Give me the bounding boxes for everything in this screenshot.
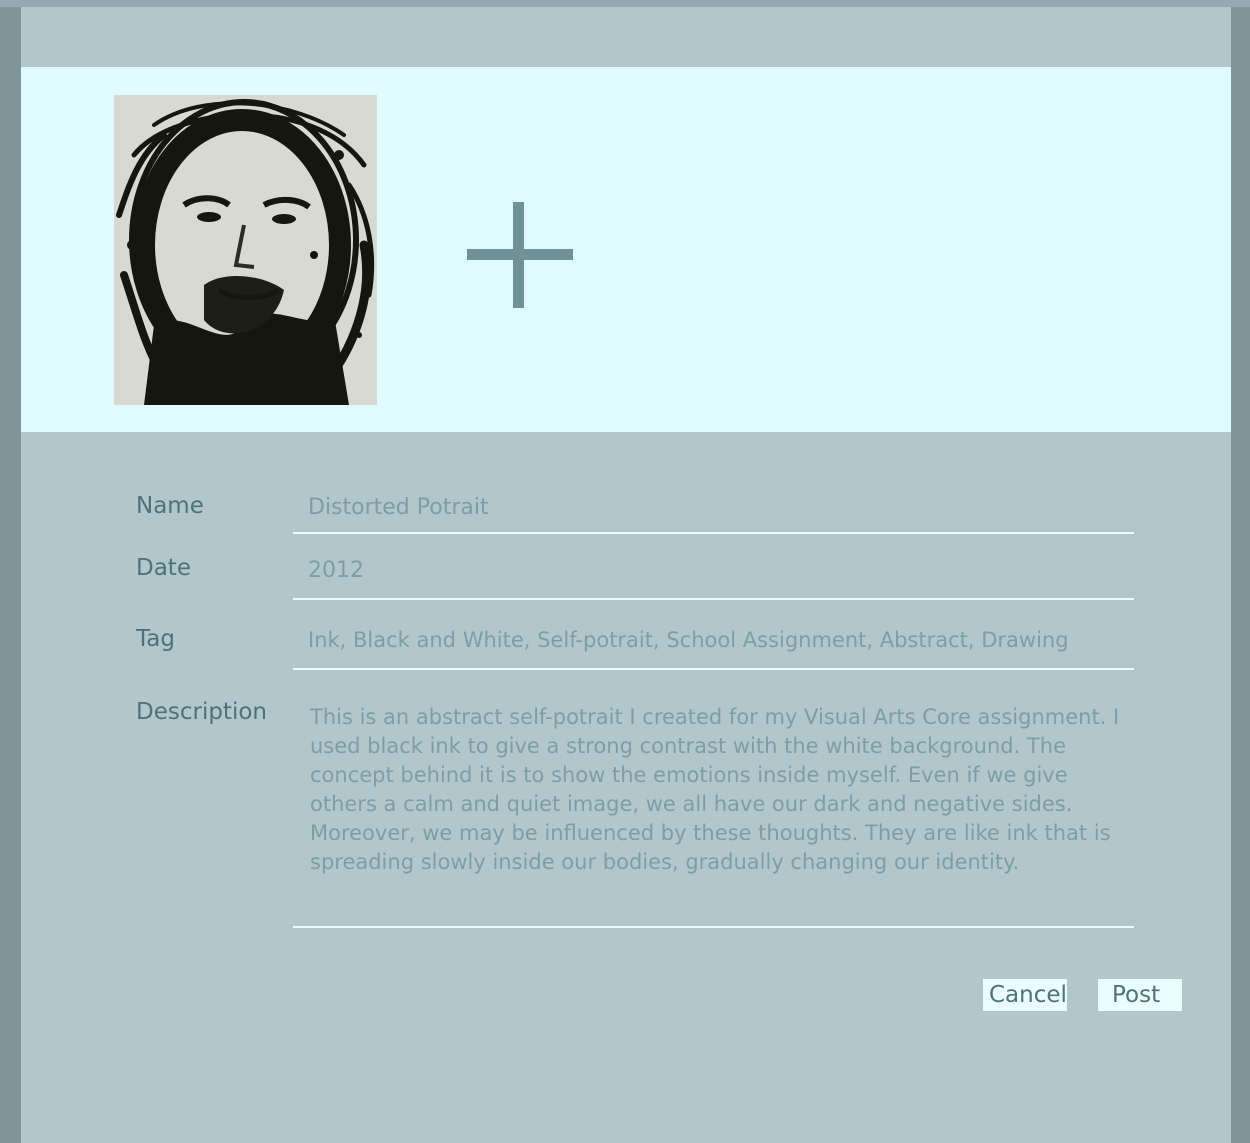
tag-field-wrapper <box>293 621 1134 670</box>
image-gallery <box>21 67 1231 432</box>
description-label: Description <box>136 699 267 725</box>
name-input[interactable] <box>293 489 1134 525</box>
panel-header <box>21 7 1231 67</box>
tag-input[interactable] <box>293 621 1134 659</box>
window-top-strip <box>0 0 1250 7</box>
ink-portrait-image <box>114 95 377 405</box>
date-input[interactable] <box>293 552 1134 588</box>
description-textarea[interactable]: This is an abstract self-potrait I creat… <box>293 700 1120 918</box>
description-field-wrapper: This is an abstract self-potrait I creat… <box>293 700 1134 928</box>
add-image-button[interactable] <box>467 202 573 308</box>
cancel-button[interactable]: Cancel <box>983 979 1067 1011</box>
name-field-wrapper <box>293 489 1134 534</box>
date-label: Date <box>136 555 191 581</box>
plus-icon-vertical <box>513 202 524 308</box>
name-label: Name <box>136 493 204 519</box>
date-field-wrapper <box>293 552 1134 600</box>
tag-label: Tag <box>136 626 175 652</box>
artwork-thumbnail[interactable] <box>114 95 377 405</box>
upload-panel: Name Date Tag Description This is an abs… <box>21 7 1231 1143</box>
post-button[interactable]: Post <box>1098 979 1182 1011</box>
